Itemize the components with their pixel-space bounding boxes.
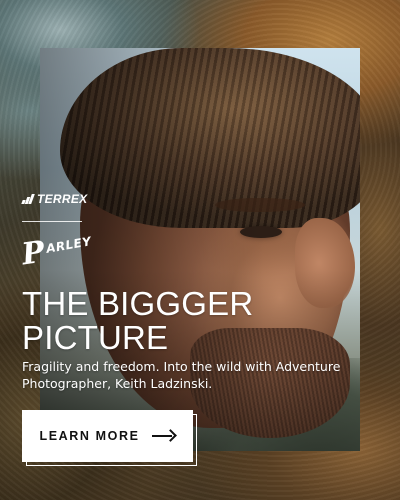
adidas-three-bars-icon [21, 194, 35, 204]
subtext: Fragility and freedom. Into the wild wit… [22, 359, 341, 391]
headline-line-2: PICTURE [22, 319, 169, 356]
parley-logo: P ARLEY [19, 232, 93, 273]
parley-logo-text: ARLEY [45, 234, 93, 256]
arrow-right-icon [151, 431, 176, 441]
parley-logo-initial: P [19, 234, 47, 273]
headline: THE BIGGGER PICTURE [22, 287, 362, 355]
brand-name: TERREX [37, 192, 88, 206]
ad-banner[interactable]: TERREX P ARLEY THE BIGGGER PICTURE Fragi… [0, 0, 400, 500]
cta-wrapper: LEARN MORE [22, 410, 197, 466]
learn-more-label: LEARN MORE [39, 429, 140, 443]
terrex-logo: TERREX [21, 192, 88, 206]
headline-line-1: THE BIGGGER [22, 285, 254, 322]
logo-divider [22, 221, 82, 222]
learn-more-button[interactable]: LEARN MORE [22, 410, 193, 462]
